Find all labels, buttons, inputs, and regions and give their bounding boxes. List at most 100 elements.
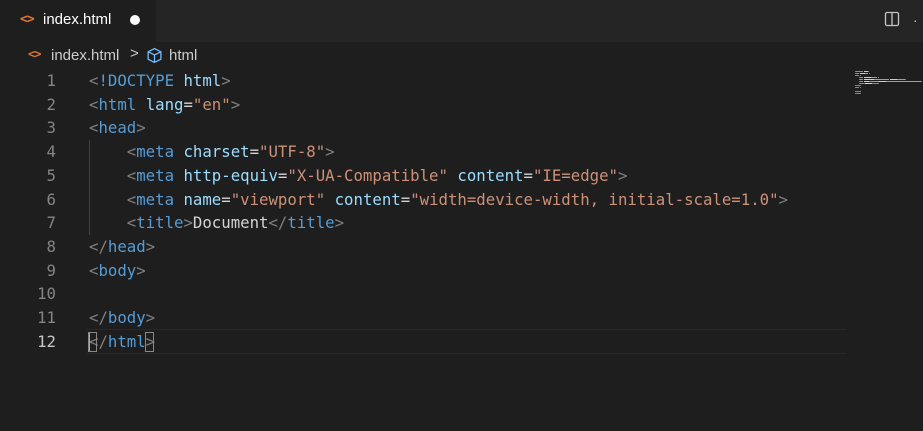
indent-guide xyxy=(89,140,90,235)
code-text: </body> xyxy=(89,306,155,330)
code-line[interactable]: 12 </html> xyxy=(0,330,850,354)
token-text: = xyxy=(249,142,260,162)
code-text: <meta name="viewport" content="width=dev… xyxy=(89,188,788,212)
split-editor-icon[interactable] xyxy=(884,11,900,27)
token-tag: body xyxy=(98,260,137,280)
unsaved-dot-icon[interactable] xyxy=(130,15,140,25)
token-str: "IE=edge" xyxy=(532,165,618,185)
code-text: <meta http-equiv="X-UA-Compatible" conte… xyxy=(89,164,628,188)
token-str: "UTF-8" xyxy=(259,142,326,162)
tab-index-html[interactable]: <> index.html xyxy=(0,0,156,42)
token-punc: > xyxy=(221,71,231,90)
token-attr: charset xyxy=(183,142,250,162)
code-line[interactable]: 10 xyxy=(0,282,850,306)
minimap-segment xyxy=(868,73,870,74)
token-punc: > xyxy=(136,260,146,280)
minimap-segment xyxy=(859,75,861,76)
html-file-icon: <> xyxy=(28,47,41,61)
line-number: 11 xyxy=(37,308,56,327)
token-attr: content xyxy=(334,189,401,209)
code-text: </head> xyxy=(89,235,155,259)
token-text: = xyxy=(400,189,411,209)
code-text: <body> xyxy=(89,259,146,283)
minimap-segment xyxy=(867,71,869,72)
token-punc: > xyxy=(617,165,628,185)
minimap-segment xyxy=(864,83,873,84)
minimap-segment xyxy=(860,91,862,92)
code-line[interactable]: 7 <title>Document</title> xyxy=(0,211,850,235)
html-file-icon: <> xyxy=(20,12,35,27)
minimap-segment xyxy=(877,77,879,78)
token-tag: html xyxy=(107,331,146,351)
token-punc: > xyxy=(183,213,193,233)
code-line[interactable]: 11 </body> xyxy=(0,306,850,330)
token-punc: > xyxy=(136,118,146,138)
code-line[interactable]: 3 <head> xyxy=(0,116,850,140)
code-text: <!DOCTYPE html> xyxy=(89,69,231,93)
line-number: 8 xyxy=(46,236,56,256)
minimap-segment xyxy=(859,77,864,78)
tab-title: index.html xyxy=(43,11,112,28)
token-punc: > xyxy=(230,94,241,114)
minimap-segment xyxy=(859,81,864,82)
token-text: = xyxy=(277,165,288,185)
minimap-segment xyxy=(873,79,890,80)
token-punc: </ xyxy=(89,236,108,256)
token-attr: content xyxy=(457,165,524,185)
token-attr: html xyxy=(183,71,222,90)
code-editor[interactable]: 1 <!DOCTYPE html> 2 <html lang="en"> 3 <head>… xyxy=(0,69,923,431)
token-tag: head xyxy=(107,236,146,256)
line-number: 2 xyxy=(46,94,56,114)
minimap-segment xyxy=(868,81,878,82)
minimap-segment xyxy=(855,73,860,74)
minimap-segment xyxy=(855,71,864,72)
code-line[interactable]: 4 <meta charset="UTF-8"> xyxy=(0,140,850,164)
line-number: 6 xyxy=(46,189,56,209)
token-tag: title xyxy=(136,213,184,233)
token-punc: </ xyxy=(89,308,108,327)
code-line[interactable]: 6 <meta name="viewport" content="width=d… xyxy=(0,188,850,212)
code-line[interactable]: 1 <!DOCTYPE html> xyxy=(0,69,850,93)
token-punc: > xyxy=(145,308,156,327)
breadcrumb-symbol[interactable]: html xyxy=(169,47,197,64)
code-line[interactable]: 8 </head> xyxy=(0,235,850,259)
line-number: 4 xyxy=(46,142,56,162)
minimap-segment xyxy=(920,81,922,82)
token-punc: > xyxy=(334,213,345,233)
token-attr: http-equiv xyxy=(183,165,278,185)
bracket-match-highlight xyxy=(88,331,97,352)
more-actions-icon[interactable]: · xyxy=(913,12,918,28)
token-attr: name xyxy=(183,189,222,209)
line-number: 9 xyxy=(46,260,56,280)
code-line[interactable]: 5 <meta http-equiv="X-UA-Compatible" con… xyxy=(0,164,850,188)
breadcrumb-separator: > xyxy=(130,45,139,62)
line-number: 3 xyxy=(46,118,56,138)
bracket-match-highlight xyxy=(145,331,154,352)
breadcrumb-file[interactable]: index.html xyxy=(51,47,119,64)
code-line[interactable]: 9 <body> xyxy=(0,259,850,283)
code-text: <meta charset="UTF-8"> xyxy=(89,140,335,164)
code-line[interactable]: 2 <html lang="en"> xyxy=(0,93,850,117)
token-str: "width=device-width, initial-scale=1.0" xyxy=(410,189,779,209)
token-punc: > xyxy=(325,142,335,162)
token-text: Document xyxy=(192,213,269,233)
line-number: 12 xyxy=(37,331,56,351)
line-number: 7 xyxy=(46,213,56,233)
token-text: = xyxy=(221,189,231,209)
token-punc: < xyxy=(126,189,137,209)
code-text: <head> xyxy=(89,116,146,140)
line-number: 10 xyxy=(37,284,56,304)
code-text: <title>Document</title> xyxy=(89,211,344,235)
token-punc: < xyxy=(126,213,137,233)
minimap[interactable] xyxy=(855,69,923,99)
token-tag: title xyxy=(287,213,335,233)
minimap-segment xyxy=(864,79,873,80)
breadcrumb: <> index.html > html xyxy=(0,44,923,68)
line-number: 5 xyxy=(46,165,56,185)
token-punc: > xyxy=(145,236,156,256)
